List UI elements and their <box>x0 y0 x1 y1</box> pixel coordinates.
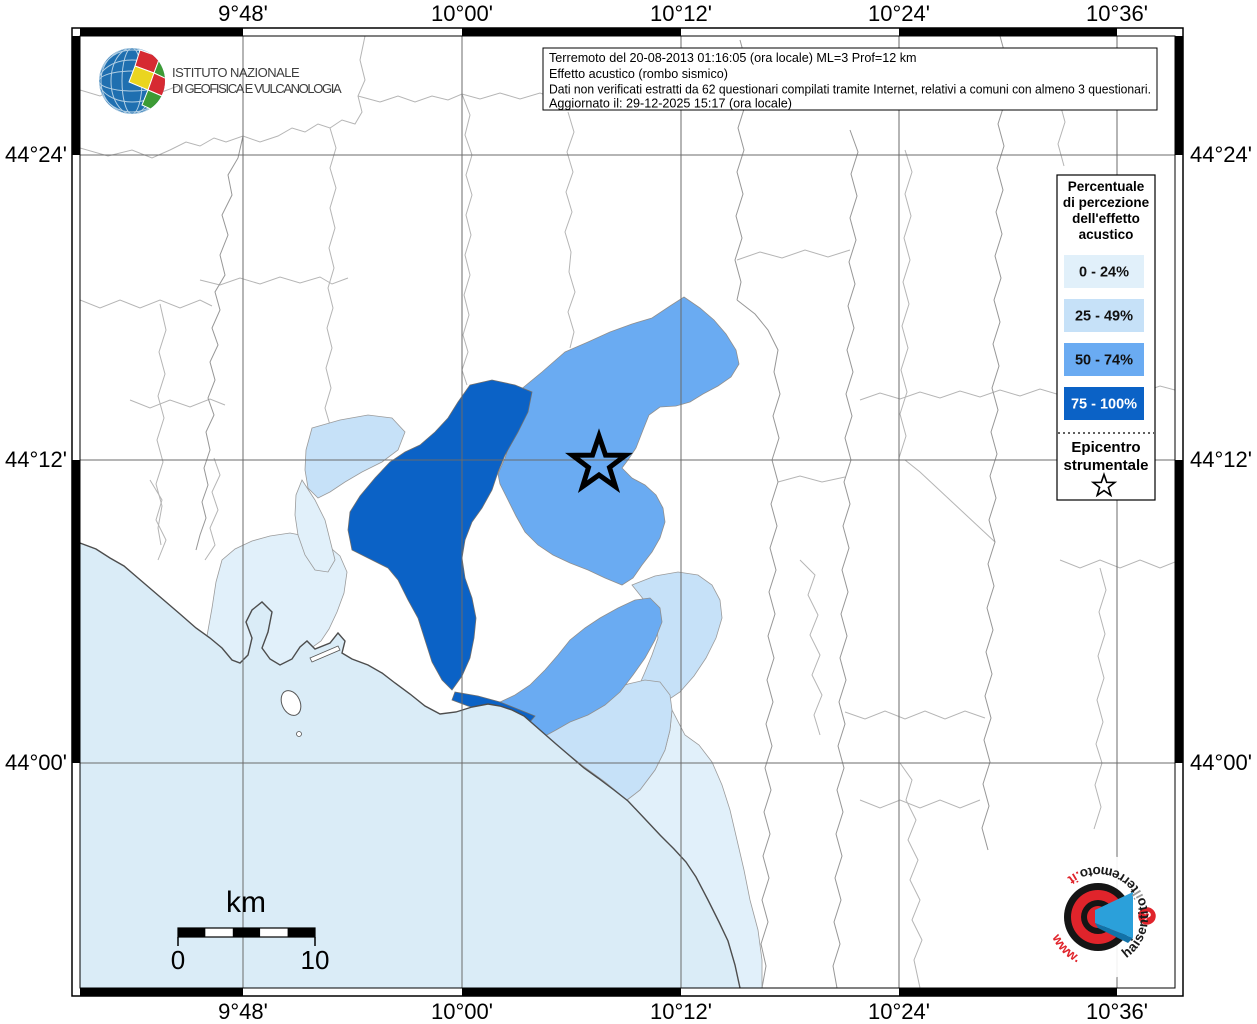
info-line-data-source: Dati non verificati estratti da 62 quest… <box>549 83 1151 97</box>
axis-label: 10°12' <box>650 999 712 1024</box>
info-line-effect: Effetto acustico (rombo sismico) <box>549 67 728 81</box>
legend-title-line: acustico <box>1079 227 1134 242</box>
axis-labels-left: 44°24' 44°12' 44°00' <box>5 142 67 775</box>
haisentito-watermark-logo: ? haisentitoilterremoto.it www. <box>1035 854 1161 980</box>
legend-label-50-74: 50 - 74% <box>1075 353 1133 369</box>
legend-epicenter-line1: Epicentro <box>1071 439 1140 456</box>
axis-label: 44°12' <box>5 447 67 472</box>
scale-bar-start: 0 <box>171 945 185 975</box>
axis-label: 44°24' <box>5 142 67 167</box>
axis-label: 10°12' <box>650 1 712 26</box>
axis-label: 9°48' <box>218 999 268 1024</box>
info-line-updated: Aggiornato il: 29-12-2025 15:17 (ora loc… <box>549 97 792 111</box>
axis-labels-top: 9°48' 10°00' 10°12' 10°24' 10°36' <box>218 1 1148 26</box>
legend-label-0-24: 0 - 24% <box>1079 265 1129 281</box>
scale-bar-unit: km <box>226 886 266 919</box>
ingv-name-line1: ISTITUTO NAZIONALE <box>172 65 300 80</box>
axis-label: 44°12' <box>1190 447 1252 472</box>
legend-title-line: Percentuale <box>1068 179 1145 194</box>
legend-title-line: dell'effetto <box>1072 211 1140 226</box>
axis-label: 10°24' <box>868 1 930 26</box>
axis-label: 44°24' <box>1190 142 1252 167</box>
legend: Percentuale di percezione dell'effetto a… <box>1056 174 1156 501</box>
info-line-event: Terremoto del 20-08-2013 01:16:05 (ora l… <box>549 51 917 65</box>
axis-label: 10°36' <box>1086 999 1148 1024</box>
legend-title-line: di percezione <box>1063 195 1150 210</box>
ingv-name-line2: DI GEOFISICA E VULCANOLOGIA <box>172 81 342 96</box>
legend-label-75-100: 75 - 100% <box>1071 397 1137 413</box>
scale-bar-end: 10 <box>301 945 330 975</box>
axis-label: 44°00' <box>5 750 67 775</box>
axis-labels-right: 44°24' 44°12' 44°00' <box>1190 142 1252 775</box>
axis-label: 10°00' <box>431 999 493 1024</box>
haisentito-earthquake-map-page: 9°48' 10°00' 10°12' 10°24' 10°36' 9°48' … <box>0 0 1257 1024</box>
legend-epicenter-line2: strumentale <box>1063 457 1148 474</box>
axis-label: 10°00' <box>431 1 493 26</box>
earthquake-info-box: Terremoto del 20-08-2013 01:16:05 (ora l… <box>542 47 1158 111</box>
axis-label: 44°00' <box>1190 750 1252 775</box>
tino-island <box>296 731 302 737</box>
map-canvas: 9°48' 10°00' 10°12' 10°24' 10°36' 9°48' … <box>5 1 1252 1024</box>
map-interior <box>80 36 1175 988</box>
axis-label: 10°36' <box>1086 1 1148 26</box>
legend-label-25-49: 25 - 49% <box>1075 309 1133 325</box>
axis-label: 10°24' <box>868 999 930 1024</box>
axis-label: 9°48' <box>218 1 268 26</box>
axis-labels-bottom: 9°48' 10°00' 10°12' 10°24' 10°36' <box>218 999 1148 1024</box>
